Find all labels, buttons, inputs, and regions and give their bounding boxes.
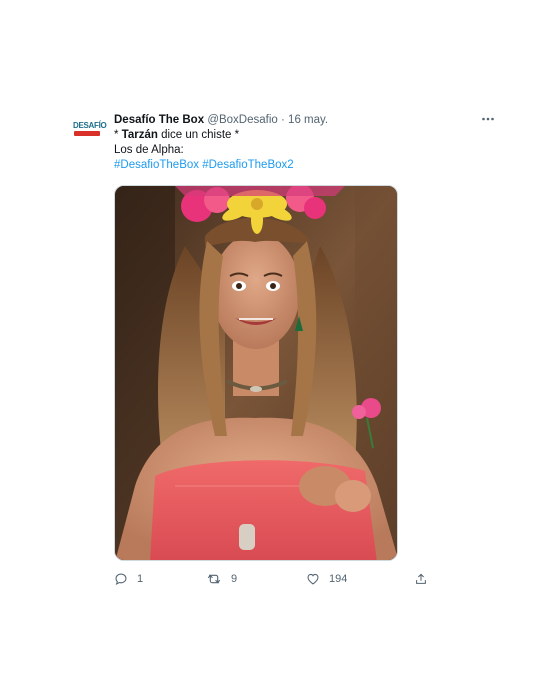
- hashtag-link[interactable]: #DesafioTheBox: [114, 159, 199, 171]
- tweet-text-rest: dice un chiste *: [157, 129, 240, 141]
- heart-icon: [307, 573, 319, 585]
- avatar[interactable]: DESAFÍO: [70, 118, 107, 138]
- tweet-text-bold: Tarzán: [121, 129, 158, 141]
- separator-dot: ·: [281, 114, 285, 126]
- avatar-logo-text: DESAFÍO: [73, 121, 107, 130]
- retweet-icon: [207, 574, 221, 584]
- reply-count: 1: [137, 573, 144, 585]
- tweet-content: Desafío The Box @BoxDesafio · 16 may. * …: [114, 112, 497, 586]
- tweet-header: Desafío The Box @BoxDesafio · 16 may.: [114, 112, 497, 128]
- photo-illustration: [115, 186, 397, 560]
- share-button[interactable]: [414, 571, 428, 587]
- display-name[interactable]: Desafío The Box: [114, 114, 204, 126]
- tweet-hashtags: #DesafioTheBox #DesafioTheBox2: [114, 158, 497, 173]
- tweet-photo[interactable]: [114, 185, 398, 561]
- like-button[interactable]: 194: [306, 571, 347, 587]
- like-count: 194: [329, 573, 348, 585]
- tweet-text-line-1: * Tarzán dice un chiste *: [114, 128, 497, 143]
- avatar-logo-stripe: [74, 131, 100, 136]
- share-icon: [416, 573, 426, 584]
- tweet-actions: 1 9 194: [114, 571, 429, 587]
- retweet-button[interactable]: 9: [206, 571, 237, 587]
- tweet-date[interactable]: 16 may.: [288, 114, 328, 126]
- handle[interactable]: @BoxDesafio: [207, 114, 277, 126]
- more-horizontal-icon[interactable]: [479, 112, 497, 128]
- reply-button[interactable]: 1: [114, 571, 143, 587]
- hashtag-link[interactable]: #DesafioTheBox2: [202, 159, 293, 171]
- reply-icon: [115, 573, 127, 586]
- tweet-text-line-2: Los de Alpha:: [114, 144, 184, 156]
- retweet-count: 9: [231, 573, 238, 585]
- tweet-text-prefix: *: [114, 129, 122, 141]
